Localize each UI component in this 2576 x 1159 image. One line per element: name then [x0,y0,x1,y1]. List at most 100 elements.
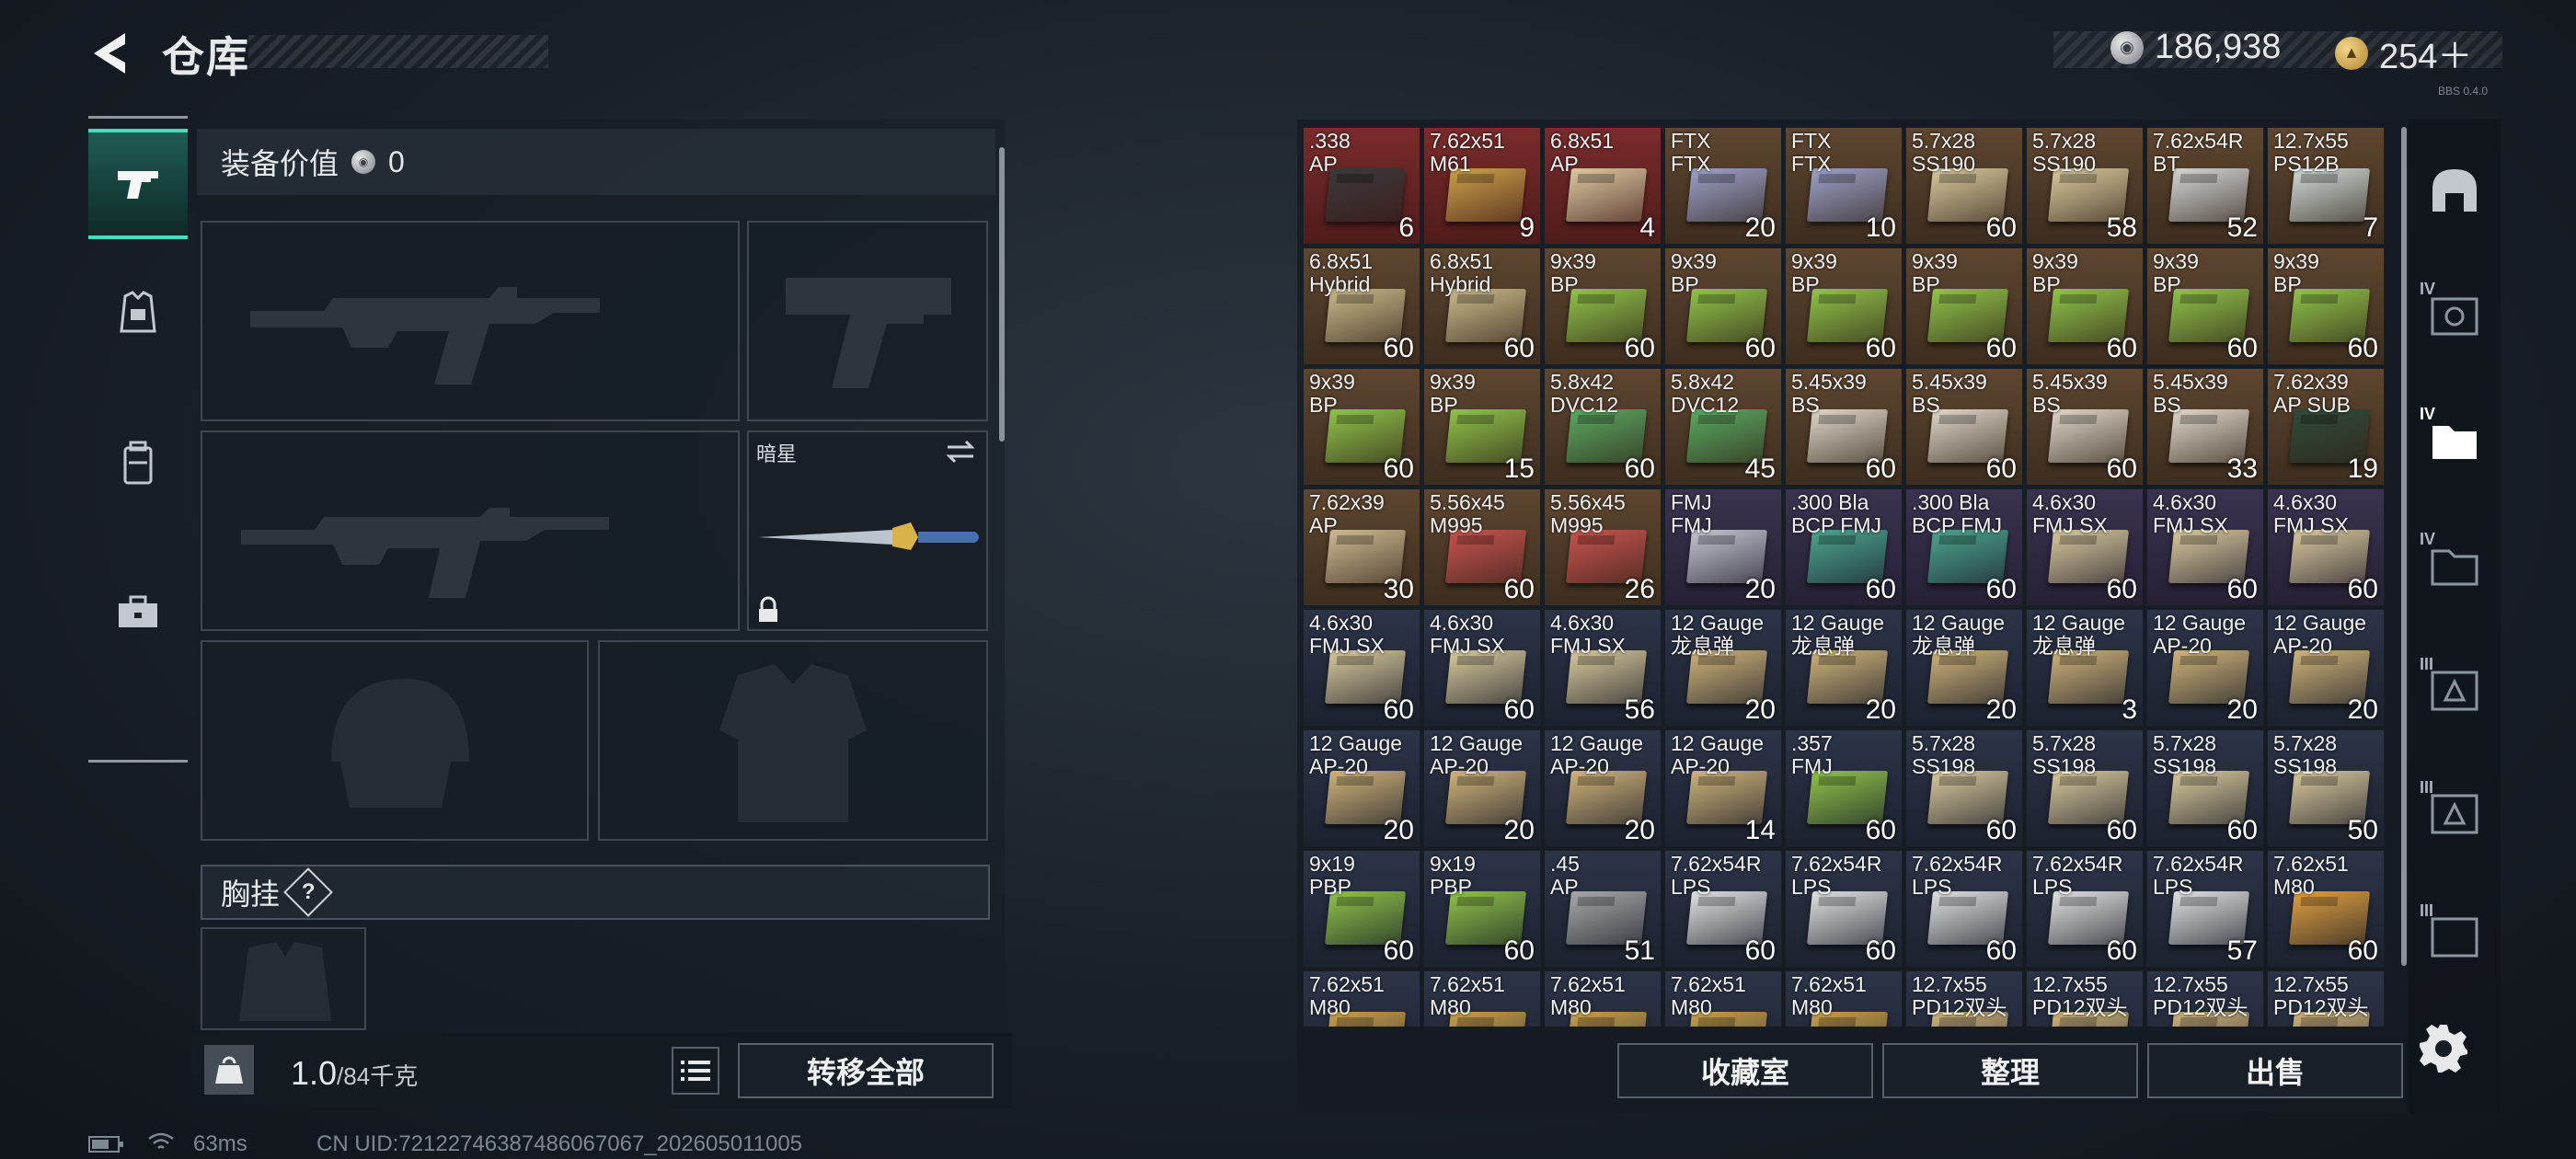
inventory-item[interactable]: 7.62x54R LPS 57 [2146,850,2264,968]
inventory-item[interactable]: 4.6x30 FMJ SX 60 [1303,609,1420,727]
inventory-item[interactable]: 7.62x54R LPS 60 [2026,850,2144,968]
inventory-item[interactable]: 5.45x39 BS 60 [2026,368,2144,486]
inventory-item[interactable]: 7.62x51 M61 9 [1423,127,1541,245]
inventory-item[interactable]: 12 Gauge AP-20 20 [1544,729,1662,847]
inventory-item[interactable]: 9x19 PBP 60 [1423,850,1541,968]
inventory-item[interactable]: 12 Gauge 龙息弹 20 [1905,609,2023,727]
settings-button[interactable] [2416,1021,2471,1076]
rail-folder-active[interactable]: IV [2420,405,2490,475]
rail-crate-1[interactable]: III [2420,655,2490,725]
rail-crate-3[interactable]: III [2420,901,2490,971]
rail-safe-box[interactable]: IV [2420,280,2490,350]
helmet-slot[interactable] [201,640,589,841]
inventory-item[interactable]: 9x39 BP 15 [1423,368,1541,486]
inventory-item[interactable]: 5.7x28 SS190 60 [1905,127,2023,245]
inventory-item[interactable]: 12 Gauge AP-20 20 [2267,609,2385,727]
chest-rig-slot[interactable] [201,927,366,1030]
inventory-item[interactable]: 5.7x28 SS190 58 [2026,127,2144,245]
inventory-item[interactable]: 7.62x51 M80 [1664,970,1782,1027]
inventory-item[interactable]: 7.62x54R LPS 60 [1664,850,1782,968]
inventory-item[interactable]: 6.8x51 Hybrid 60 [1423,247,1541,365]
inventory-item[interactable]: 9x39 BP 60 [2267,247,2385,365]
inventory-item[interactable]: 12.7x55 PD12双头 [2146,970,2264,1027]
inventory-item[interactable]: 7.62x54R LPS 60 [1785,850,1903,968]
equipment-scrollbar[interactable] [999,147,1005,442]
inventory-item[interactable]: 12 Gauge AP-20 14 [1664,729,1782,847]
inventory-item[interactable]: 12 Gauge 龙息弹 3 [2026,609,2144,727]
inventory-item[interactable]: FMJ FMJ 20 [1664,488,1782,606]
sort-button[interactable]: 整理 [1882,1043,2138,1098]
inventory-item[interactable]: 4.6x30 FMJ SX 60 [2026,488,2144,606]
inventory-item[interactable]: 9x39 BP 60 [2026,247,2144,365]
stash-scrollbar[interactable] [2401,127,2407,966]
inventory-item[interactable]: FTX FTX 10 [1785,127,1903,245]
inventory-item[interactable]: .300 Bla BCP FMJ 60 [1785,488,1903,606]
inventory-item[interactable]: 7.62x51 M80 60 [2267,850,2385,968]
rail-folder[interactable]: IV [2420,530,2490,600]
help-icon[interactable]: ? [283,867,333,917]
inventory-item[interactable]: 7.62x39 AP SUB 19 [2267,368,2385,486]
sidearm-slot[interactable] [747,221,988,421]
inventory-item[interactable]: 12 Gauge AP-20 20 [1423,729,1541,847]
inventory-item[interactable]: 5.45x39 BS 33 [2146,368,2264,486]
inventory-item[interactable]: 5.56x45 M995 26 [1544,488,1662,606]
melee-slot[interactable]: 暗星 [747,430,988,631]
inventory-item[interactable]: 5.7x28 SS198 50 [2267,729,2385,847]
collection-button[interactable]: 收藏室 [1617,1043,1873,1098]
inventory-item[interactable]: 4.6x30 FMJ SX 60 [1423,609,1541,727]
inventory-item[interactable]: 12.7x55 PS12B 7 [2267,127,2385,245]
armor-slot[interactable] [598,640,988,841]
inventory-item[interactable]: .338 AP 6 [1303,127,1420,245]
inventory-item[interactable]: 5.7x28 SS198 60 [2146,729,2264,847]
nav-weapons[interactable] [88,129,188,239]
inventory-item[interactable]: .357 FMJ 60 [1785,729,1903,847]
inventory-item[interactable]: FTX FTX 20 [1664,127,1782,245]
inventory-item[interactable]: 5.8x42 DVC12 60 [1544,368,1662,486]
inventory-item[interactable]: 7.62x51 M80 [1544,970,1662,1027]
inventory-item[interactable]: 9x39 BP 60 [1303,368,1420,486]
inventory-item[interactable]: 7.62x51 M80 [1423,970,1541,1027]
inventory-item[interactable]: .300 Bla BCP FMJ 60 [1905,488,2023,606]
nav-backpack[interactable] [88,408,188,519]
swap-icon[interactable] [944,438,977,465]
inventory-item[interactable]: 7.62x39 AP 30 [1303,488,1420,606]
inventory-item[interactable]: 5.45x39 BS 60 [1905,368,2023,486]
inventory-item[interactable]: 4.6x30 FMJ SX 56 [1544,609,1662,727]
inventory-item[interactable]: 12 Gauge AP-20 20 [1303,729,1420,847]
inventory-item[interactable]: 12 Gauge 龙息弹 20 [1664,609,1782,727]
rail-helmet[interactable] [2420,156,2490,226]
primary-weapon-slot-1[interactable] [201,221,740,421]
inventory-item[interactable]: 12.7x55 PD12双头 [1905,970,2023,1027]
rail-crate-2[interactable]: III [2420,778,2490,848]
inventory-item[interactable]: 7.62x54R LPS 60 [1905,850,2023,968]
inventory-item[interactable]: 9x19 PBP 60 [1303,850,1420,968]
inventory-item[interactable]: 12.7x55 PD12双头 [2026,970,2144,1027]
sell-button[interactable]: 出售 [2147,1043,2403,1098]
inventory-item[interactable]: 7.62x51 M80 [1303,970,1420,1027]
list-view-button[interactable] [672,1047,719,1095]
back-button[interactable] [85,28,136,79]
inventory-item[interactable]: 5.8x42 DVC12 45 [1664,368,1782,486]
inventory-item[interactable]: 4.6x30 FMJ SX 60 [2267,488,2385,606]
inventory-item[interactable]: 5.7x28 SS198 60 [2026,729,2144,847]
inventory-item[interactable]: 4.6x30 FMJ SX 60 [2146,488,2264,606]
inventory-item[interactable]: 12 Gauge 龙息弹 20 [1785,609,1903,727]
inventory-item[interactable]: 12.7x55 PD12双头 [2267,970,2385,1027]
inventory-item[interactable]: 5.56x45 M995 60 [1423,488,1541,606]
inventory-item[interactable]: 12 Gauge AP-20 20 [2146,609,2264,727]
inventory-item[interactable]: 9x39 BP 60 [1544,247,1662,365]
inventory-item[interactable]: 9x39 BP 60 [1905,247,2023,365]
primary-weapon-slot-2[interactable] [201,430,740,631]
inventory-item[interactable]: .45 AP 51 [1544,850,1662,968]
nav-armor[interactable] [88,258,188,368]
inventory-item[interactable]: 6.8x51 Hybrid 60 [1303,247,1420,365]
nav-toolbox[interactable] [88,557,188,668]
inventory-item[interactable]: 7.62x51 M80 [1785,970,1903,1027]
transfer-all-button[interactable]: 转移全部 [738,1043,994,1098]
gold-currency[interactable]: ▲ 254＋ [2335,28,2472,78]
inventory-item[interactable]: 5.7x28 SS198 60 [1905,729,2023,847]
inventory-item[interactable]: 9x39 BP 60 [1785,247,1903,365]
inventory-item[interactable]: 9x39 BP 60 [2146,247,2264,365]
inventory-item[interactable]: 5.45x39 BS 60 [1785,368,1903,486]
inventory-item[interactable]: 9x39 BP 60 [1664,247,1782,365]
